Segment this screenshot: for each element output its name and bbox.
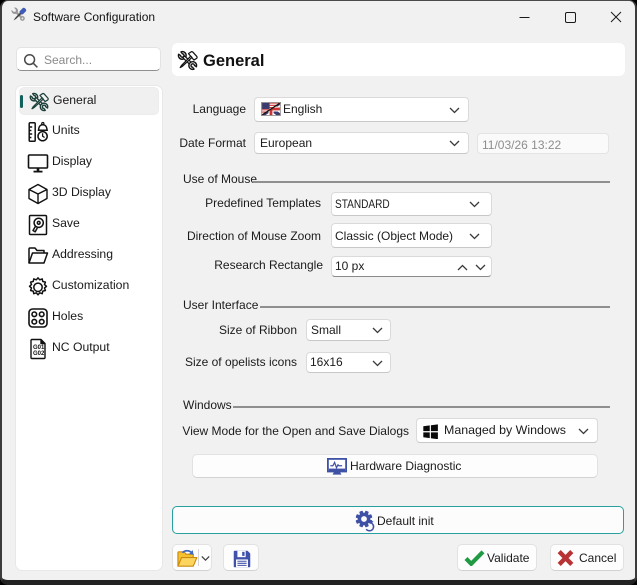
svg-text:G02: G02 bbox=[33, 351, 45, 357]
